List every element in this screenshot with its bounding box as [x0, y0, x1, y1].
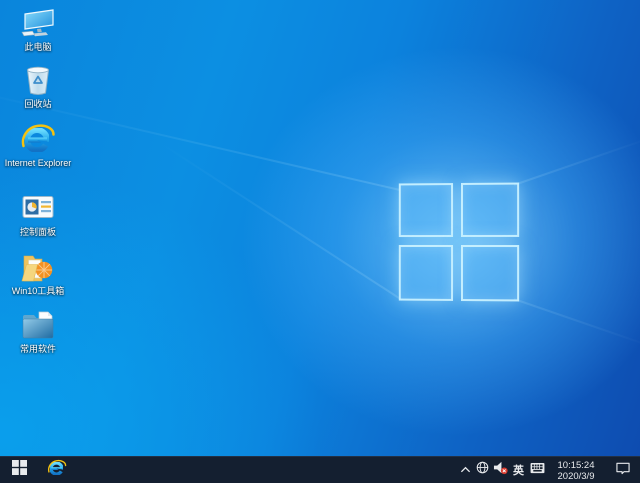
volume-button[interactable]	[491, 457, 509, 483]
chevron-up-icon	[460, 461, 471, 479]
recycle-bin-icon	[20, 62, 56, 98]
taskbar-internet-explorer-button[interactable]	[38, 457, 76, 483]
logo-pane	[461, 245, 519, 301]
hidden-icons-button[interactable]	[458, 457, 473, 483]
taskbar-empty-area	[76, 457, 458, 483]
touch-keyboard-button[interactable]	[528, 457, 546, 483]
taskbar-clock[interactable]: 10:15:24 2020/3/9	[546, 457, 606, 483]
action-center-button[interactable]	[606, 457, 640, 483]
desktop-icon-common-software[interactable]: 常用软件	[1, 307, 75, 355]
network-status-button[interactable]	[473, 457, 491, 483]
desktop-icon-label: 此电脑	[24, 42, 51, 53]
start-button[interactable]	[0, 457, 38, 483]
desktop-icon-win10-toolbox[interactable]: Win10工具箱	[1, 249, 75, 297]
light-ray	[514, 135, 640, 186]
desktop-icon-recycle-bin[interactable]: 回收站	[1, 62, 75, 110]
desktop-icon-label: Internet Explorer	[5, 158, 72, 169]
win10-toolbox-icon	[20, 249, 56, 285]
logo-pane	[399, 245, 453, 301]
system-tray: 英 10:15:24 2020/3/9	[458, 457, 640, 483]
taskbar: 英 10:15:24 2020/3/9	[0, 456, 640, 483]
logo-pane	[399, 183, 453, 237]
windows-logo-icon	[12, 460, 27, 480]
desktop-icon-label: 控制面板	[20, 227, 56, 238]
clock-time: 10:15:24	[558, 460, 595, 471]
ime-language-label: 英	[513, 462, 524, 478]
control-panel-icon	[20, 190, 56, 226]
desktop-icon-this-pc[interactable]: 此电脑	[1, 5, 75, 53]
this-pc-icon	[20, 5, 56, 41]
desktop-icon-control-panel[interactable]: 控制面板	[1, 190, 75, 238]
common-software-icon	[20, 307, 56, 343]
keyboard-icon	[530, 461, 545, 479]
clock-date: 2020/3/9	[558, 471, 595, 482]
logo-pane	[461, 183, 519, 237]
internet-explorer-icon	[47, 458, 67, 483]
desktop-icon-label: Win10工具箱	[12, 286, 65, 297]
light-ray	[514, 298, 640, 349]
desktop-icon-internet-explorer[interactable]: Internet Explorer	[1, 121, 75, 169]
desktop-icon-label: 常用软件	[20, 344, 56, 355]
internet-explorer-icon	[20, 121, 56, 157]
globe-icon	[476, 461, 489, 479]
ime-language-button[interactable]: 英	[509, 457, 528, 483]
windows-wallpaper-logo	[399, 183, 520, 303]
desktop-wallpaper: 此电脑 回收站	[0, 0, 640, 456]
light-ray	[158, 141, 402, 301]
speaker-muted-icon	[493, 461, 508, 480]
notification-bubble-icon	[615, 461, 631, 480]
desktop-icon-label: 回收站	[24, 99, 51, 110]
